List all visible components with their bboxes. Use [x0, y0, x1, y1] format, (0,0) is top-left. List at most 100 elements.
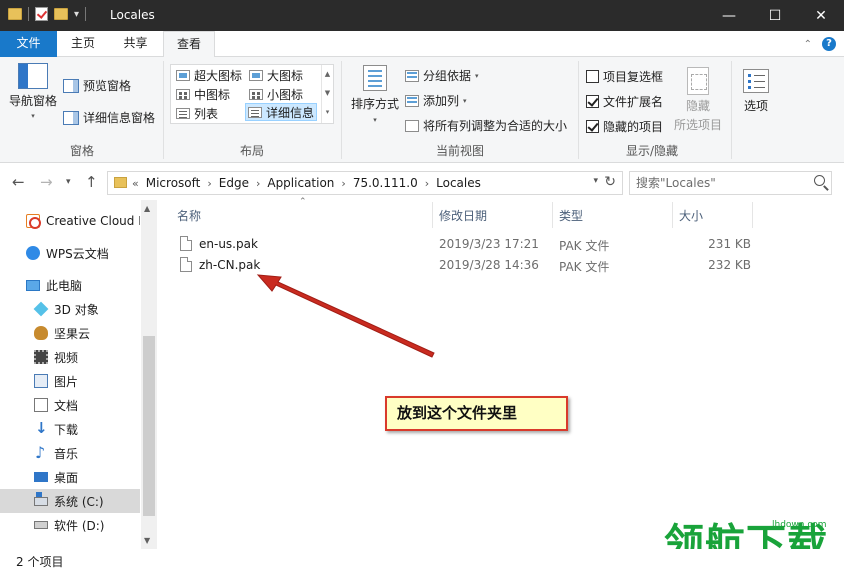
file-extensions-toggle[interactable]: 文件扩展名 — [586, 93, 663, 110]
layout-list[interactable]: 列表 — [174, 104, 220, 122]
layout-medium-icons[interactable]: 中图标 — [174, 85, 232, 103]
drive-c-icon — [34, 491, 48, 506]
file-row[interactable]: zh-CN.pak 2019/3/28 14:36 PAK 文件 232 KB — [177, 255, 797, 276]
sidebar-item-downloads[interactable]: 下载 — [0, 417, 140, 441]
sidebar-item-documents[interactable]: 文档 — [0, 393, 140, 417]
tab-share[interactable]: 共享 — [109, 31, 162, 57]
breadcrumb-item[interactable]: Application — [267, 176, 334, 190]
column-header-type[interactable]: 类型 — [559, 207, 583, 224]
chevron-down-icon: ▾ — [31, 112, 35, 120]
add-column-icon — [405, 94, 419, 107]
scroll-up-icon[interactable]: ▲ — [144, 204, 150, 213]
breadcrumb-item[interactable]: Edge — [219, 176, 249, 190]
column-divider[interactable] — [552, 202, 553, 228]
sort-by-button[interactable]: 排序方式 ▾ — [349, 65, 401, 124]
navigation-pane-button[interactable]: 导航窗格 ▾ — [8, 63, 58, 120]
fit-columns-button[interactable]: 将所有列调整为合适的大小 — [405, 117, 567, 134]
sidebar-item-creative-cloud[interactable]: Creative Cloud Files — [0, 209, 140, 233]
file-date: 2019/3/23 17:21 — [439, 237, 539, 251]
hidden-items-toggle[interactable]: 隐藏的项目 — [586, 118, 663, 135]
breadcrumb-item[interactable]: Locales — [436, 176, 481, 190]
chevron-right-icon[interactable]: › — [207, 177, 211, 190]
sidebar-item-wps-cloud[interactable]: WPS云文档 — [0, 241, 140, 265]
preview-pane-button[interactable]: 预览窗格 — [63, 77, 131, 94]
layout-group-label: 布局 — [239, 144, 264, 158]
file-type: PAK 文件 — [559, 260, 610, 274]
address-bar[interactable]: « Microsoft › Edge › Application › 75.0.… — [107, 171, 623, 195]
sidebar-item-this-pc[interactable]: 此电脑 — [0, 273, 140, 297]
sidebar-item-3d-objects[interactable]: 3D 对象 — [0, 297, 140, 321]
column-divider[interactable] — [432, 202, 433, 228]
up-button[interactable]: ↑ — [85, 173, 98, 191]
sidebar-item-drive-c[interactable]: 系统 (C:) — [0, 489, 140, 513]
chevron-right-icon[interactable]: › — [425, 177, 429, 190]
new-folder-icon[interactable] — [54, 8, 68, 20]
tab-home[interactable]: 主页 — [57, 31, 109, 57]
chevron-right-icon[interactable]: › — [341, 177, 345, 190]
sidebar-item-desktop[interactable]: 桌面 — [0, 465, 140, 489]
recent-locations-icon[interactable]: ▾ — [66, 177, 71, 187]
file-extensions-checkbox[interactable] — [586, 95, 599, 108]
tab-view[interactable]: 查看 — [163, 31, 215, 58]
navigation-scrollbar[interactable]: ▲ ▼ — [141, 200, 157, 549]
item-checkboxes-checkbox[interactable] — [586, 70, 599, 83]
sidebar-item-music[interactable]: 音乐 — [0, 441, 140, 465]
refresh-icon[interactable]: ↻ — [604, 174, 616, 190]
item-count: 2 个项目 — [16, 555, 64, 569]
collapse-ribbon-icon[interactable]: ⌃ — [804, 39, 812, 50]
properties-icon[interactable] — [35, 7, 48, 21]
options-button[interactable]: 选项 — [740, 69, 772, 114]
hide-selected-button[interactable]: 隐藏 所选项目 — [672, 67, 724, 133]
search-icon[interactable] — [814, 175, 825, 186]
sidebar-item-drive-d[interactable]: 软件 (D:) — [0, 513, 140, 537]
chevron-right-icon[interactable]: › — [256, 177, 260, 190]
layout-extra-large-icons[interactable]: 超大图标 — [174, 66, 244, 84]
file-icon — [180, 257, 192, 272]
breadcrumb-item[interactable]: 75.0.111.0 — [353, 176, 418, 190]
column-divider[interactable] — [752, 202, 753, 228]
sidebar-item-nutstore[interactable]: 坚果云 — [0, 321, 140, 345]
column-divider[interactable] — [672, 202, 673, 228]
item-checkboxes-toggle[interactable]: 项目复选框 — [586, 68, 663, 85]
downloads-icon — [34, 419, 48, 437]
sidebar-item-videos[interactable]: 视频 — [0, 345, 140, 369]
add-column-button[interactable]: 添加列 ▾ — [405, 92, 467, 109]
search-input[interactable] — [636, 175, 806, 191]
hidden-items-label: 隐藏的项目 — [603, 120, 664, 134]
sidebar-item-label: 系统 (C:) — [54, 494, 104, 509]
hidden-items-checkbox[interactable] — [586, 120, 599, 133]
small-icons-icon — [249, 88, 263, 100]
sidebar-item-pictures[interactable]: 图片 — [0, 369, 140, 393]
layout-large-icons[interactable]: 大图标 — [247, 66, 305, 84]
column-header-size[interactable]: 大小 — [679, 207, 703, 224]
minimize-button[interactable]: — — [706, 0, 752, 31]
ribbon-tabs: 文件 主页 共享 查看 ⌃ ? — [0, 31, 844, 58]
layout-small-icons[interactable]: 小图标 — [247, 85, 305, 103]
details-pane-button[interactable]: 详细信息窗格 — [63, 109, 155, 126]
search-box[interactable] — [629, 171, 832, 195]
layout-details[interactable]: 详细信息 — [245, 103, 318, 121]
column-header-date[interactable]: 修改日期 — [439, 207, 487, 224]
close-button[interactable]: ✕ — [798, 0, 844, 31]
help-icon[interactable]: ? — [822, 37, 836, 51]
column-header-name[interactable]: 名称 — [177, 207, 201, 224]
chevron-down-icon: ▾ — [463, 96, 467, 105]
options-label: 选项 — [743, 99, 768, 113]
breadcrumb-overflow[interactable]: « — [132, 177, 139, 190]
this-pc-icon — [26, 279, 40, 291]
maximize-button[interactable]: ☐ — [752, 0, 798, 31]
forward-button[interactable]: → — [40, 173, 53, 191]
back-button[interactable]: ← — [12, 173, 25, 191]
layout-scrollbar[interactable]: ▲ ▼ ▾ — [321, 65, 333, 123]
file-row[interactable]: en-us.pak 2019/3/23 17:21 PAK 文件 231 KB — [177, 234, 797, 255]
sidebar-item-label: WPS云文档 — [46, 246, 109, 261]
breadcrumb-item[interactable]: Microsoft — [146, 176, 201, 190]
group-by-button[interactable]: 分组依据 ▾ — [405, 67, 479, 84]
chevron-down-icon[interactable]: ▾ — [593, 176, 598, 186]
chevron-down-icon[interactable]: ▾ — [74, 9, 79, 20]
tab-file[interactable]: 文件 — [0, 31, 57, 57]
scroll-down-icon[interactable]: ▼ — [144, 536, 150, 545]
breadcrumb: « Microsoft › Edge › Application › 75.0.… — [132, 176, 481, 190]
scrollbar-thumb[interactable] — [143, 336, 155, 516]
documents-icon — [34, 398, 48, 412]
